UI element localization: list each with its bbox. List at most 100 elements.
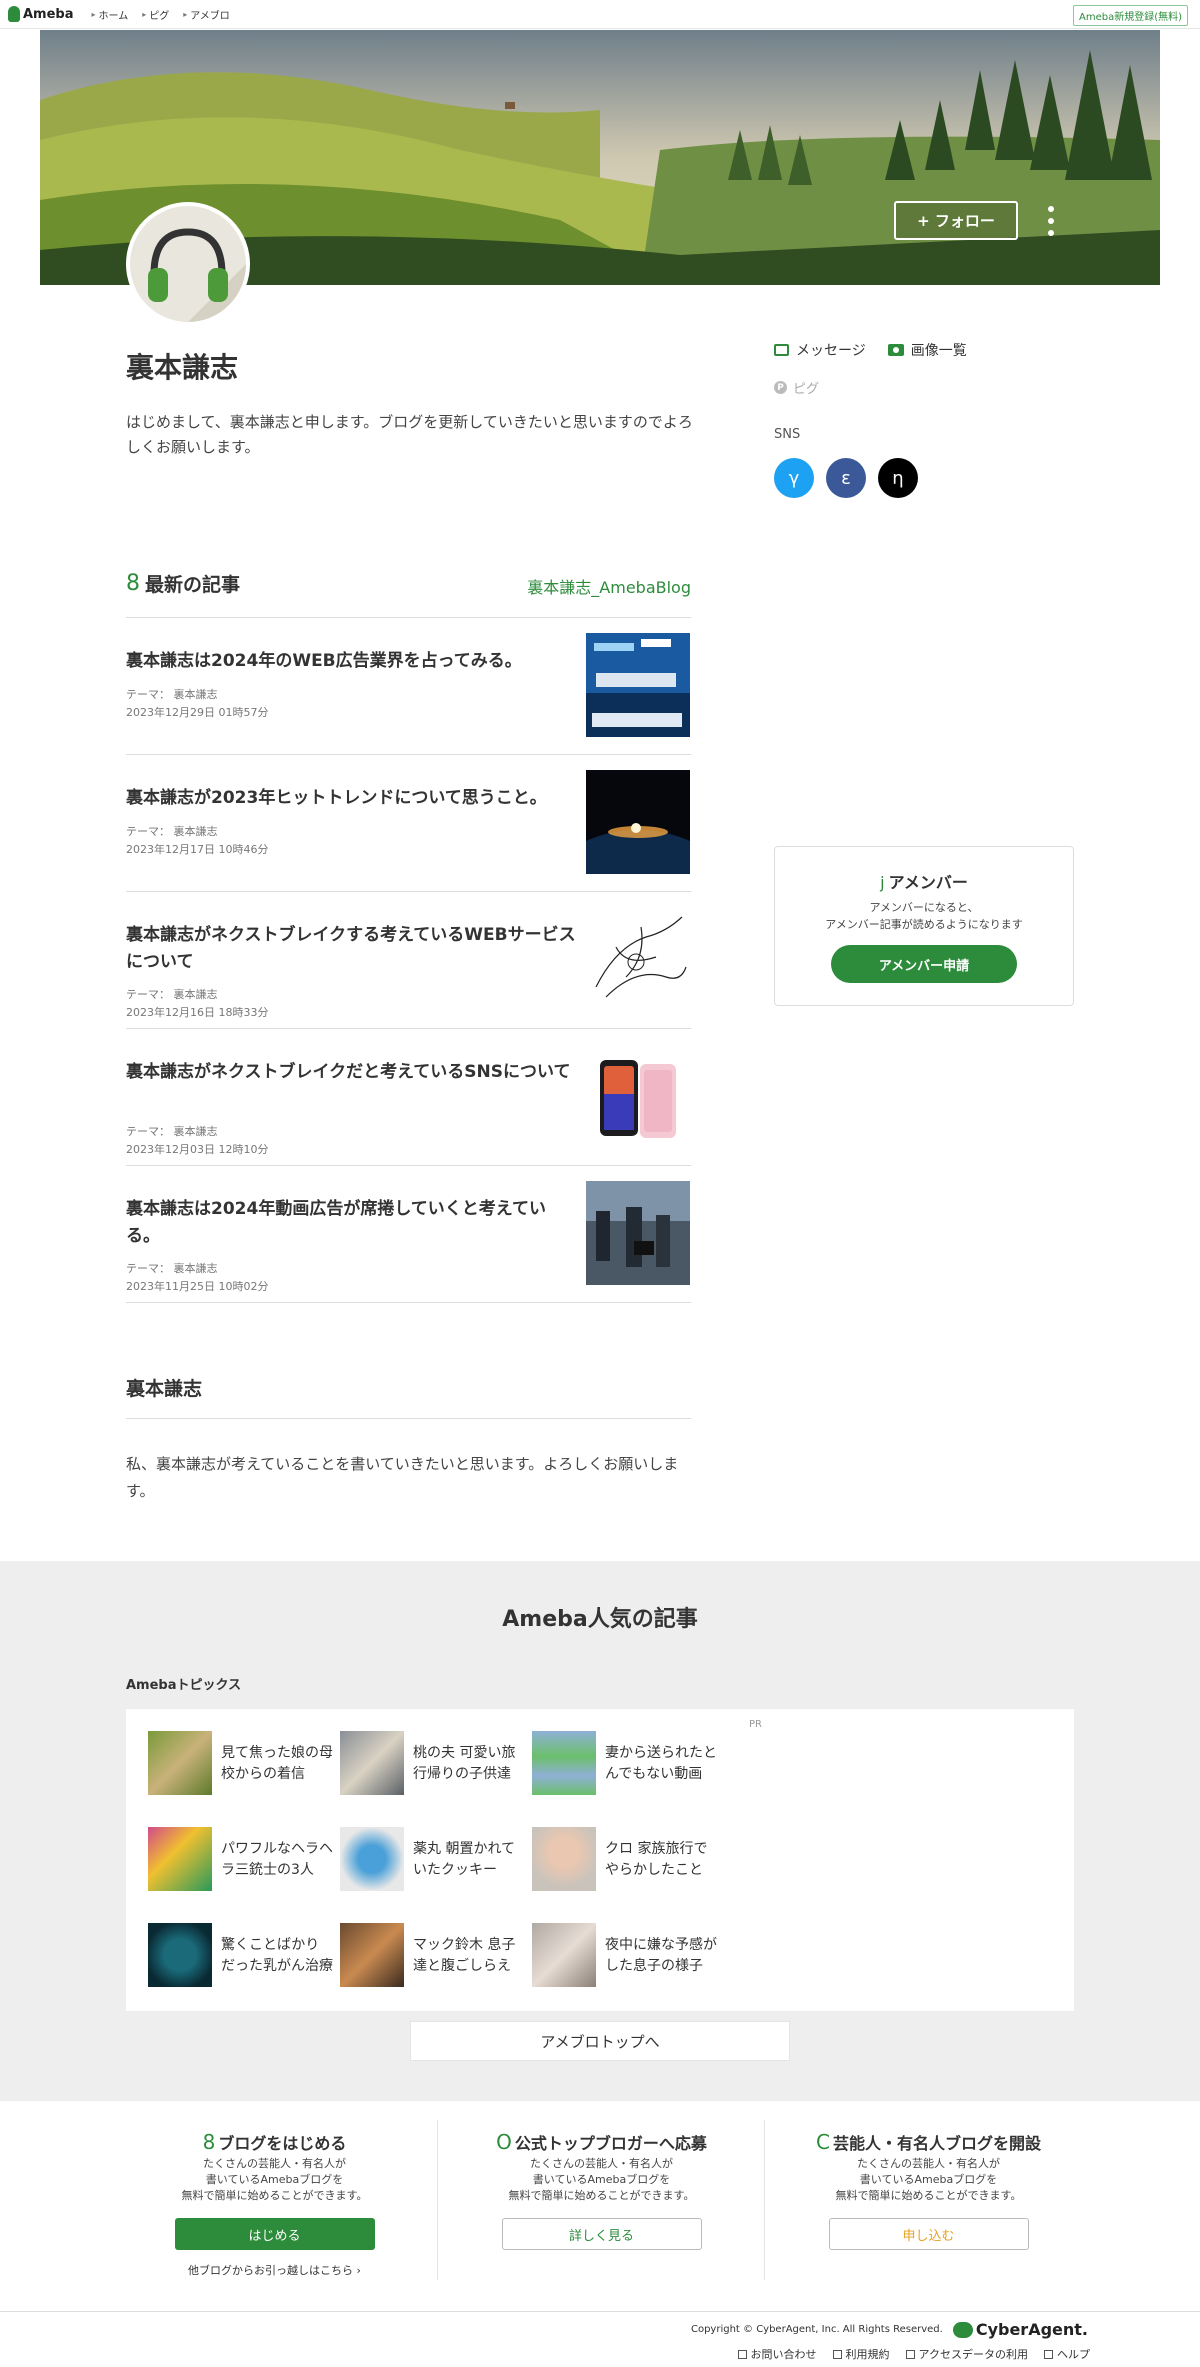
topic-item[interactable]: 見て焦った娘の母 校からの着信 [148, 1731, 338, 1797]
promo-section: 8 ブログをはじめる たくさんの芸能人・有名人が 書いているAmebaブログを 無… [0, 2102, 1200, 2312]
sns-icon-x[interactable]: η [878, 458, 918, 498]
amember-apply-button[interactable]: アメンバー申請 [831, 945, 1017, 983]
pig-icon: P [774, 381, 787, 394]
promo-desc-line: 無料で簡単に始めることができます。 [181, 2189, 368, 2202]
footer-link-access-data[interactable]: アクセスデータの利用 [905, 2346, 1028, 2362]
article-theme[interactable]: テーマ： 裏本謙志 [126, 1123, 218, 1139]
article-thumbnail[interactable] [586, 907, 690, 1011]
article-item[interactable]: 裏本謙志は2024年動画広告が席捲していくと考えている。 テーマ： 裏本謙志 2… [126, 1166, 691, 1303]
cyberagent-logo-icon [952, 2321, 973, 2338]
footer-link-label: アクセスデータの利用 [918, 2348, 1028, 2361]
company-name: CyberAgent. [975, 2320, 1088, 2339]
article-theme[interactable]: テーマ： 裏本謙志 [126, 986, 218, 1002]
topic-item[interactable]: 驚くことばかり だった乳がん治療 [148, 1923, 338, 1989]
sns-icon-facebook[interactable]: ε [826, 458, 866, 498]
article-title[interactable]: 裏本謙志は2024年のWEB広告業界を占ってみる。 [126, 648, 576, 675]
footer-link-terms[interactable]: 利用規約 [832, 2346, 890, 2362]
article-thumbnail[interactable] [586, 1044, 690, 1148]
cyberagent-logo[interactable]: CyberAgent. [952, 2320, 1088, 2339]
avatar[interactable] [126, 202, 250, 326]
article-thumbnail[interactable] [586, 633, 690, 737]
ameba-logo[interactable]: Ameba [8, 6, 74, 22]
topic-line: 達と腹ごしらえ [413, 1958, 511, 1974]
top-bar: Ameba ▸ ホーム ▸ ピグ ▸ アメブロ Ameba新規登録(無料) [0, 0, 1200, 29]
external-link-icon [832, 2349, 842, 2359]
breadcrumb-home[interactable]: ▸ ホーム [92, 7, 129, 22]
migrate-link[interactable]: 他ブログからお引っ越しはこちら › [111, 2262, 438, 2278]
article-theme[interactable]: テーマ： 裏本謙志 [126, 686, 218, 702]
breadcrumb-ameblo[interactable]: ▸ アメブロ [183, 7, 230, 22]
promo-desc-line: 書いているAmebaブログを [859, 2173, 998, 2186]
pr-label: PR [749, 1719, 762, 1730]
topic-text: クロ 家族旅行で やらかしたこと [605, 1827, 707, 1893]
topic-item[interactable]: クロ 家族旅行で やらかしたこと [532, 1827, 722, 1893]
topic-item[interactable]: パワフルなヘラヘ ラ三銃士の3人 [148, 1827, 338, 1893]
breadcrumb-pig[interactable]: ▸ ピグ [142, 7, 169, 22]
topic-text: 夜中に嫌な予感が した息子の様子 [605, 1923, 717, 1989]
article-theme[interactable]: テーマ： 裏本謙志 [126, 1260, 218, 1276]
promo-desc-line: たくさんの芸能人・有名人が [530, 2157, 673, 2170]
topic-item[interactable]: マック鈴木 息子 達と腹ごしらえ [340, 1923, 530, 1989]
blog-icon: 8 [202, 2130, 216, 2154]
latest-articles-header: 8 最新の記事 裏本謙志_AmebaBlog [126, 570, 691, 618]
article-thumbnail[interactable] [586, 770, 690, 874]
article-item[interactable]: 裏本謙志が2023年ヒットトレンドについて思うこと。 テーマ： 裏本謙志 202… [126, 755, 691, 892]
article-item[interactable]: 裏本謙志がネクストブレイクだと考えているSNSについて テーマ： 裏本謙志 20… [126, 1029, 691, 1166]
topic-item[interactable]: 妻から送られたと んでもない動画 [532, 1731, 722, 1797]
topic-line: した息子の様子 [605, 1958, 703, 1974]
start-button[interactable]: はじめる [174, 2218, 375, 2250]
article-date: 2023年12月03日 12時10分 [126, 1143, 269, 1156]
follow-button[interactable]: + フォロー [894, 201, 1018, 240]
article-title[interactable]: 裏本謙志がネクストブレイクする考えているWEBサービスについて [126, 922, 576, 976]
sns-icon-twitter[interactable]: γ [774, 458, 814, 498]
article-title[interactable]: 裏本謙志は2024年動画広告が席捲していくと考えている。 [126, 1196, 576, 1250]
topic-text: 薬丸 朝置かれて いたクッキー [413, 1827, 515, 1893]
article-theme[interactable]: テーマ： 裏本謙志 [126, 823, 218, 839]
topic-line: 校からの着信 [221, 1766, 305, 1782]
video-shoot-image [586, 1181, 690, 1285]
article-title[interactable]: 裏本謙志がネクストブレイクだと考えているSNSについて [126, 1059, 576, 1086]
profile-side-links: メッセージ 画像一覧 P ピグ [774, 340, 989, 397]
topic-item[interactable]: 薬丸 朝置かれて いたクッキー [340, 1827, 530, 1893]
pig-link[interactable]: P ピグ [774, 378, 989, 397]
image-list-link[interactable]: 画像一覧 [887, 340, 967, 360]
amember-desc-line: アメンバーになると、 [869, 901, 979, 914]
sns-links: γ ε η [774, 458, 930, 498]
popular-section: Ameba人気の記事 Amebaトピックス PR 見て焦った娘の母 校からの着信 … [0, 1561, 1200, 2101]
more-options-icon[interactable] [1045, 206, 1057, 236]
article-thumbnail[interactable] [586, 1181, 690, 1285]
topic-item[interactable]: 桃の夫 可愛い旅 行帰りの子供達 [340, 1731, 530, 1797]
apply-button[interactable]: 申し込む [828, 2218, 1029, 2250]
caret-icon: ▸ [142, 9, 147, 19]
footer-link-contact[interactable]: お問い合わせ [737, 2346, 817, 2362]
footer-links: お問い合わせ 利用規約 アクセスデータの利用 ヘルプ [722, 2346, 1090, 2362]
message-label: メッセージ [796, 343, 866, 359]
smartphones-image [586, 1044, 690, 1148]
ameblo-top-button[interactable]: アメブロトップへ [410, 2021, 790, 2061]
topic-line: パワフルなヘラヘ [221, 1841, 333, 1857]
footer-link-label: 利用規約 [845, 2348, 890, 2361]
sns-label: SNS [774, 427, 801, 442]
message-link[interactable]: メッセージ [774, 340, 866, 360]
topic-text: 見て焦った娘の母 校からの着信 [221, 1731, 333, 1797]
external-link-icon [1044, 2349, 1053, 2359]
promo-desc-line: たくさんの芸能人・有名人が [857, 2157, 1000, 2170]
promo-top-blogger: O 公式トップブロガーへ応募 たくさんの芸能人・有名人が 書いているAmebaブロ… [438, 2102, 765, 2312]
popular-title: Ameba人気の記事 [502, 1607, 698, 1632]
breadcrumb-label: アメブロ [190, 10, 230, 22]
signup-button[interactable]: Ameba新規登録(無料) [1072, 5, 1188, 26]
profile-intro: はじめまして、裏本謙志と申します。ブログを更新していきたいと思いますのでよろしく… [126, 413, 693, 456]
breadcrumb-label: ホーム [98, 10, 129, 22]
topic-line: いたクッキー [413, 1862, 497, 1878]
article-item[interactable]: 裏本謙志がネクストブレイクする考えているWEBサービスについて テーマ： 裏本謙… [126, 892, 691, 1029]
blog-link[interactable]: 裏本謙志_AmebaBlog [527, 574, 691, 598]
topic-item[interactable]: 夜中に嫌な予感が した息子の様子 [532, 1923, 722, 1989]
details-button[interactable]: 詳しく見る [501, 2218, 702, 2250]
promo-desc-line: 書いているAmebaブログを [532, 2173, 671, 2186]
footer-link-help[interactable]: ヘルプ [1044, 2346, 1090, 2362]
article-title[interactable]: 裏本謙志が2023年ヒットトレンドについて思うこと。 [126, 785, 576, 812]
amember-title: アメンバー [888, 873, 968, 892]
copyright: Copyright © CyberAgent, Inc. All Rights … [691, 2320, 1088, 2339]
article-item[interactable]: 裏本謙志は2024年のWEB広告業界を占ってみる。 テーマ： 裏本謙志 2023… [126, 618, 691, 755]
amember-box: j アメンバー アメンバーになると、 アメンバー記事が読めるようになります アメン… [774, 846, 1074, 1006]
